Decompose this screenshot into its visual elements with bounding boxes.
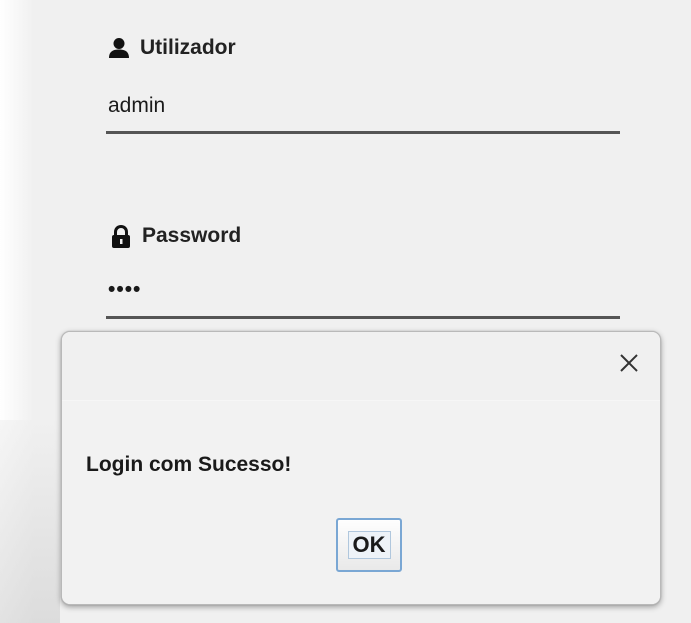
ok-button[interactable]: OK xyxy=(336,518,402,572)
username-label: Utilizador xyxy=(140,36,236,59)
password-field-underline xyxy=(106,316,620,319)
password-label: Password xyxy=(142,224,242,247)
ok-button-label: OK xyxy=(347,531,391,559)
username-field[interactable]: admin xyxy=(108,94,165,118)
user-icon xyxy=(108,37,130,59)
lock-icon xyxy=(110,224,132,248)
dialog-titlebar xyxy=(62,332,660,401)
username-field-underline xyxy=(106,131,620,134)
password-label-row: Password xyxy=(110,224,241,248)
dialog-message: Login com Sucesso! xyxy=(86,453,292,476)
login-window: Utilizador admin Password •••• Login com xyxy=(0,0,691,623)
window-edge-shadow xyxy=(0,420,60,623)
dialog-body: Login com Sucesso! OK xyxy=(62,401,660,604)
password-field[interactable]: •••• xyxy=(108,278,141,302)
username-label-row: Utilizador xyxy=(108,36,236,60)
close-icon[interactable] xyxy=(616,350,642,376)
message-dialog: Login com Sucesso! OK xyxy=(61,331,661,605)
